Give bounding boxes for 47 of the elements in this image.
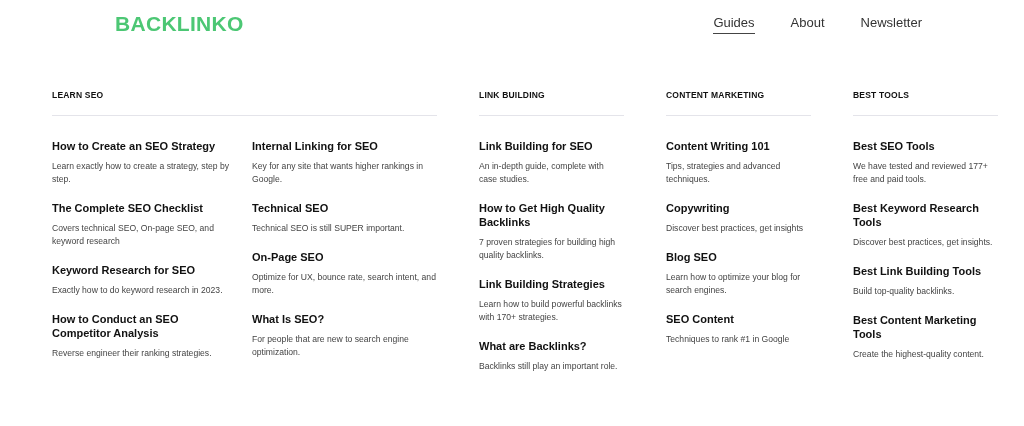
guide-link[interactable]: Keyword Research for SEO <box>52 263 237 277</box>
guide-description: Discover best practices, get insights. <box>853 236 994 249</box>
section-heading: CONTENT MARKETING <box>666 90 811 116</box>
guide-link[interactable]: The Complete SEO Checklist <box>52 201 237 215</box>
section-heading: LINK BUILDING <box>479 90 624 116</box>
guide-description: An in-depth guide, complete with case studies. <box>479 160 605 186</box>
guide-description: Build top-quality backlinks. <box>853 285 956 298</box>
guide-description: Create the highest-quality content. <box>853 348 985 361</box>
guide-description: We have tested and reviewed 177+ free and paid tools. <box>853 160 989 186</box>
section-heading: LEARN SEO <box>52 90 437 116</box>
nav-link[interactable]: Guides <box>713 14 755 34</box>
guide-link[interactable]: Link Building for SEO <box>479 139 624 153</box>
guide-link[interactable]: Best Content Marketing Tools <box>853 313 998 341</box>
guide-description: Discover best practices, get insights <box>666 222 805 235</box>
guide-link[interactable]: Technical SEO <box>252 201 437 215</box>
guide-description: Exactly how to do keyword research in 2023. <box>52 284 224 297</box>
guide-link[interactable]: Link Building Strategies <box>479 277 624 291</box>
guide-description: Learn how to optimize your blog for search engines. <box>666 271 802 297</box>
guide-link[interactable]: How to Conduct an SEO Competitor Analysis <box>52 312 237 340</box>
guide-link[interactable]: Internal Linking for SEO <box>252 139 437 153</box>
guide-link[interactable]: SEO Content <box>666 312 811 326</box>
guide-description: Optimize for UX, bounce rate, search intent, and more. <box>252 271 437 297</box>
guide-link[interactable]: Content Writing 101 <box>666 139 811 153</box>
guide-description: 7 proven strategies for building high quality backlinks. <box>479 236 617 262</box>
guide-link[interactable]: How to Get High Quality Backlinks <box>479 201 624 229</box>
guide-description: For people that are new to search engine optimization. <box>252 333 410 359</box>
guide-link[interactable]: Best Link Building Tools <box>853 264 998 278</box>
guide-description: Learn exactly how to create a strategy, step by step. <box>52 160 231 186</box>
guide-description: Backlinks still play an important role. <box>479 360 619 373</box>
guide-link[interactable]: Best SEO Tools <box>853 139 998 153</box>
guide-description: Covers technical SEO, On-page SEO, and keyword research <box>52 222 215 248</box>
guide-description: Key for any site that wants higher rankings in Google. <box>252 160 424 186</box>
guide-description: Techniques to rank #1 in Google <box>666 333 791 346</box>
nav-link[interactable]: About <box>790 14 825 34</box>
nav-link[interactable]: Newsletter <box>860 14 922 34</box>
section-heading: BEST TOOLS <box>853 90 998 116</box>
guide-link[interactable]: Best Keyword Research Tools <box>853 201 998 229</box>
guide-link[interactable]: Copywriting <box>666 201 811 215</box>
guide-link[interactable]: Blog SEO <box>666 250 811 264</box>
guide-description: Technical SEO is still SUPER important. <box>252 222 406 235</box>
guide-description: Tips, strategies and advanced techniques. <box>666 160 782 186</box>
guide-link[interactable]: What are Backlinks? <box>479 339 624 353</box>
guide-link[interactable]: How to Create an SEO Strategy <box>52 139 237 153</box>
guide-link[interactable]: On-Page SEO <box>252 250 437 264</box>
guide-description: Reverse engineer their ranking strategies. <box>52 347 213 360</box>
guide-description: Learn how to build powerful backlinks with 170+ strategies. <box>479 298 623 324</box>
guide-link[interactable]: What Is SEO? <box>252 312 437 326</box>
